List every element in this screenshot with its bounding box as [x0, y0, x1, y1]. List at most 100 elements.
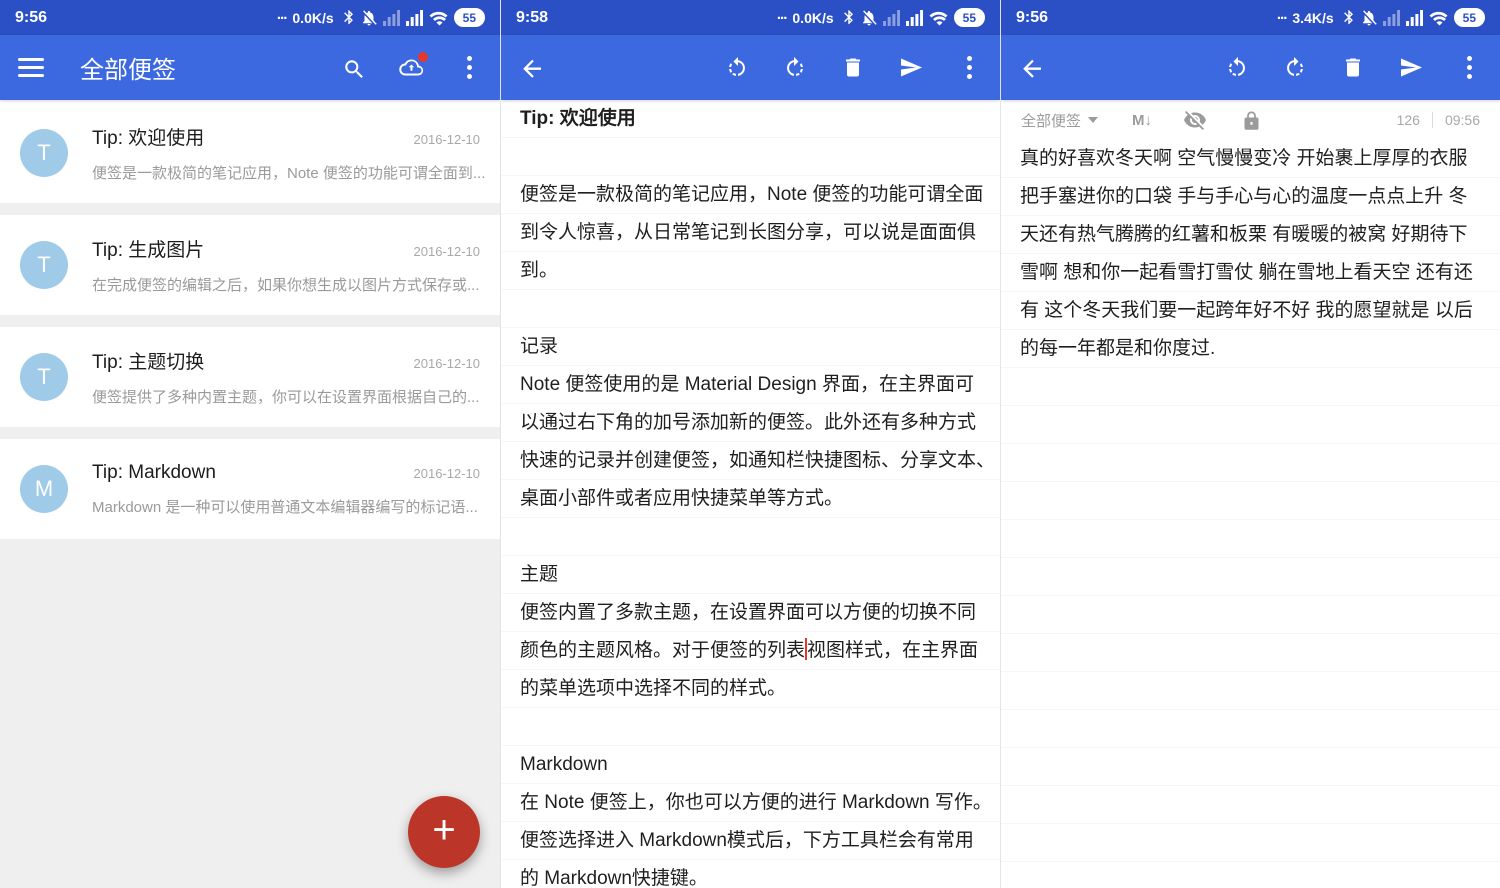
blank-line — [501, 518, 1000, 556]
note-editor-screen: 9:58 ... 0.0K/s 55 Tip: 欢迎使用 便签是一款极简的笔记应… — [500, 0, 1000, 888]
note-title: Tip: Markdown — [92, 462, 404, 484]
notes-list: T Tip: 欢迎使用 2016-12-10 便签是一款极简的笔记应用，Note… — [0, 103, 500, 888]
lock-icon[interactable] — [1238, 107, 1264, 133]
note-text-area[interactable]: 真的好喜欢冬天啊 空气慢慢变冷 开始裹上厚厚的衣服 把手塞进你的口袋 手与手心与… — [1001, 140, 1500, 888]
sim2-signal-icon — [406, 10, 423, 26]
folder-dropdown[interactable]: 全部便签 — [1021, 110, 1098, 131]
add-note-button[interactable]: + — [408, 796, 480, 868]
text-after-caret: 视图样式，在主界面 — [807, 640, 978, 661]
note-list-item[interactable]: T Tip: 生成图片 2016-12-10 在完成便签的编辑之后，如果你想生成… — [0, 215, 500, 315]
editor-line: Note 便签使用的是 Material Design 界面，在主界面可 — [501, 366, 1000, 404]
note-list-item[interactable]: T Tip: 欢迎使用 2016-12-10 便签是一款极简的笔记应用，Note… — [0, 103, 500, 203]
avatar: T — [20, 241, 68, 289]
mute-icon — [361, 10, 377, 26]
avatar: T — [20, 129, 68, 177]
editor-app-bar — [1001, 35, 1500, 100]
search-icon[interactable] — [340, 55, 366, 81]
delete-icon[interactable] — [840, 55, 866, 81]
overflow-menu-icon[interactable] — [456, 56, 482, 79]
note-preview: 在完成便签的编辑之后，如果你想生成以图片方式保存或... — [92, 277, 480, 294]
bluetooth-icon — [840, 9, 855, 26]
text-before-caret: 颜色的主题风格。对于便签的列表 — [520, 640, 805, 661]
clock: 9:56 — [1016, 9, 1048, 27]
send-icon[interactable] — [1398, 55, 1424, 81]
sim1-signal-icon — [1383, 10, 1400, 26]
sync-badge — [418, 52, 428, 62]
notes-list-screen: 9:56 ... 0.0K/s 55 全部便签 T Tip: 欢迎使用 — [0, 0, 500, 888]
divider — [1432, 112, 1433, 128]
cloud-sync-icon[interactable] — [398, 55, 424, 81]
editor-line: 便签选择进入 Markdown模式后，下方工具栏会有常用 — [501, 822, 1000, 860]
note-editor: 全部便签 M↓ 126 09:56 真的好喜欢冬天啊 空气慢慢变冷 开始裹上厚厚… — [1001, 100, 1500, 888]
plus-icon: + — [432, 810, 455, 850]
hide-preview-icon[interactable] — [1182, 107, 1208, 133]
delete-icon[interactable] — [1340, 55, 1366, 81]
send-icon[interactable] — [898, 55, 924, 81]
back-icon[interactable] — [519, 55, 545, 81]
editor-line: 到令人惊喜，从日常笔记到长图分享，可以说是面面俱 — [501, 214, 1000, 252]
redo-icon[interactable] — [782, 55, 808, 81]
bluetooth-icon — [340, 9, 355, 26]
note-title: Tip: 欢迎使用 — [92, 123, 404, 150]
note-text-area[interactable]: Tip: 欢迎使用 便签是一款极简的笔记应用，Note 便签的功能可谓全面 到令… — [501, 100, 1000, 888]
sim1-signal-icon — [883, 10, 900, 26]
note-preview: Markdown 是一种可以使用普通文本编辑器编写的标记语... — [92, 499, 478, 516]
section-heading: 记录 — [501, 328, 1000, 366]
network-activity-dots: ... — [277, 6, 287, 23]
status-bar: 9:58 ... 0.0K/s 55 — [501, 0, 1000, 35]
network-speed: 3.4K/s — [1292, 10, 1333, 26]
redo-icon[interactable] — [1282, 55, 1308, 81]
note-date: 2016-12-10 — [414, 466, 481, 481]
network-speed: 0.0K/s — [792, 10, 833, 26]
mute-icon — [1361, 10, 1377, 26]
network-activity-dots: ... — [1277, 6, 1287, 23]
sim1-signal-icon — [383, 10, 400, 26]
back-icon[interactable] — [1019, 55, 1045, 81]
battery-indicator: 55 — [954, 8, 985, 27]
char-count: 126 — [1397, 112, 1420, 128]
editor-line: 以通过右下角的加号添加新的便签。此外还有多种方式 — [501, 404, 1000, 442]
network-activity-dots: ... — [777, 6, 787, 23]
network-speed: 0.0K/s — [292, 10, 333, 26]
editor-line: 的 Markdown快捷键。 — [501, 860, 1000, 888]
status-bar: 9:56 ... 3.4K/s 55 — [1001, 0, 1500, 35]
editor-line: 便签内置了多款主题，在设置界面可以方便的切换不同 — [501, 594, 1000, 632]
editor-line: 真的好喜欢冬天啊 空气慢慢变冷 开始裹上厚厚的衣服 — [1001, 140, 1500, 178]
status-bar: 9:56 ... 0.0K/s 55 — [0, 0, 500, 35]
note-date: 2016-12-10 — [414, 132, 481, 147]
battery-indicator: 55 — [454, 8, 485, 27]
editor-line: 把手塞进你的口袋 手与手心与心的温度一点点上升 冬 — [1001, 178, 1500, 216]
overflow-menu-icon[interactable] — [1456, 56, 1482, 79]
editor-line: 桌面小部件或者应用快捷菜单等方式。 — [501, 480, 1000, 518]
markdown-mode-icon[interactable]: M↓ — [1132, 112, 1152, 129]
section-heading: 主题 — [501, 556, 1000, 594]
page-title: 全部便签 — [80, 50, 176, 85]
undo-icon[interactable] — [1224, 55, 1250, 81]
menu-icon[interactable] — [18, 58, 44, 77]
clock: 9:56 — [15, 9, 47, 27]
overflow-menu-icon[interactable] — [956, 56, 982, 79]
editor-app-bar — [501, 35, 1000, 100]
section-heading: Markdown — [501, 746, 1000, 784]
blank-line — [501, 138, 1000, 176]
blank-line — [501, 290, 1000, 328]
note-editor-screen-2: 9:56 ... 3.4K/s 55 全部便签 — [1000, 0, 1500, 888]
avatar: M — [20, 465, 68, 513]
note-time: 09:56 — [1445, 112, 1480, 128]
note-title: Tip: 生成图片 — [92, 235, 404, 262]
sim2-signal-icon — [906, 10, 923, 26]
clock: 9:58 — [516, 9, 548, 27]
folder-label: 全部便签 — [1021, 110, 1081, 131]
chevron-down-icon — [1088, 117, 1098, 123]
note-list-item[interactable]: M Tip: Markdown 2016-12-10 Markdown 是一种可… — [0, 439, 500, 539]
editor-line: 的每一年都是和你度过. — [1001, 330, 1500, 368]
note-list-item[interactable]: T Tip: 主题切换 2016-12-10 便签提供了多种内置主题，你可以在设… — [0, 327, 500, 427]
undo-icon[interactable] — [724, 55, 750, 81]
blank-line — [501, 708, 1000, 746]
editor-line: 天还有热气腾腾的红薯和板栗 有暖暖的被窝 好期待下 — [1001, 216, 1500, 254]
editor-line: 快速的记录并创建便签，如通知栏快捷图标、分享文本、 — [501, 442, 1000, 480]
note-title: Tip: 主题切换 — [92, 347, 404, 374]
wifi-icon — [429, 10, 448, 26]
battery-indicator: 55 — [1454, 8, 1485, 27]
bluetooth-icon — [1340, 9, 1355, 26]
